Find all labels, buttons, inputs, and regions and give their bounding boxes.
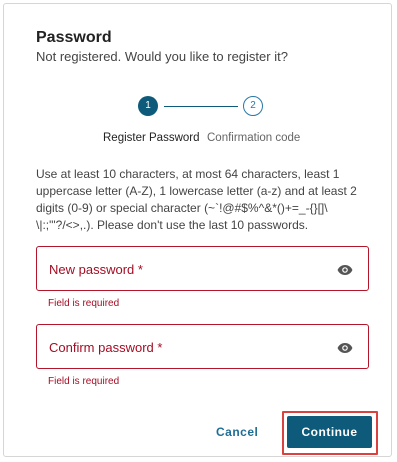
step-connector	[164, 106, 238, 107]
password-rules-text: Use at least 10 characters, at most 64 c…	[36, 167, 357, 232]
stepper: 1 2	[4, 96, 393, 118]
step-2-indicator: 2	[243, 96, 263, 116]
new-password-error: Field is required	[48, 298, 120, 309]
dialog-title: Password	[36, 29, 112, 46]
continue-button[interactable]: Continue	[287, 416, 372, 448]
step-2-label: Confirmation code	[207, 132, 301, 144]
confirm-password-label: Confirm password *	[49, 340, 163, 355]
dialog-subtitle: Not registered. Would you like to regist…	[36, 49, 288, 64]
cancel-button[interactable]: Cancel	[216, 425, 258, 439]
new-password-label: New password *	[49, 262, 143, 277]
confirm-password-error: Field is required	[48, 376, 120, 387]
eye-icon[interactable]	[337, 263, 353, 275]
register-password-dialog: Password Not registered. Would you like …	[3, 3, 392, 457]
step-1-label: Register Password	[103, 132, 200, 144]
eye-icon[interactable]	[337, 341, 353, 353]
confirm-password-field[interactable]: Confirm password *	[36, 324, 369, 369]
new-password-field[interactable]: New password *	[36, 246, 369, 291]
step-1-indicator: 1	[138, 96, 158, 116]
